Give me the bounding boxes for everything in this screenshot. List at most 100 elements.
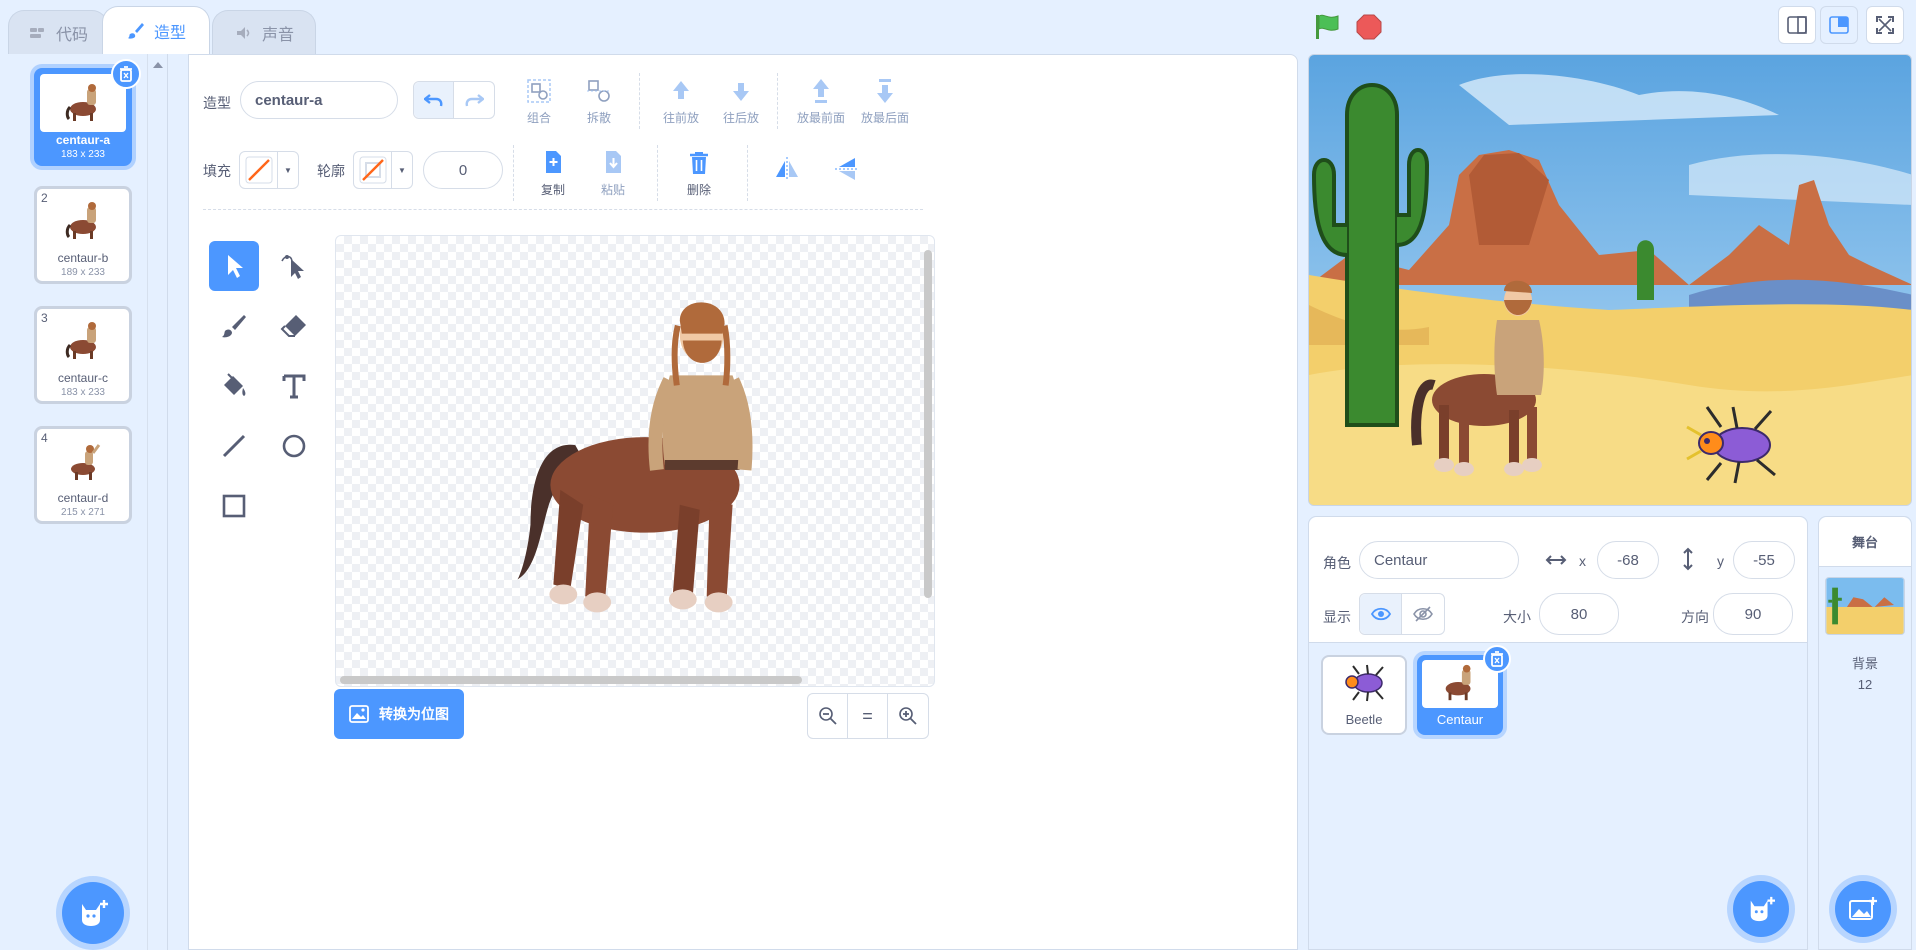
- direction-input[interactable]: 90: [1713, 593, 1793, 635]
- delete-costume-button[interactable]: [111, 59, 141, 89]
- rectangle-tool[interactable]: [209, 481, 259, 531]
- line-icon: [222, 434, 246, 458]
- centaur-costume-image: [517, 302, 753, 613]
- flip-horizontal-button[interactable]: [773, 155, 801, 187]
- show-label: 显示: [1323, 609, 1351, 625]
- tab-sounds[interactable]: 声音: [212, 10, 316, 54]
- drawing-canvas[interactable]: [335, 235, 935, 687]
- group-button[interactable]: 组合: [525, 77, 553, 126]
- convert-to-bitmap-button[interactable]: 转换为位图: [334, 689, 464, 739]
- costume-item-2[interactable]: 2 centaur-b 189 x 233: [34, 186, 132, 284]
- y-label: y: [1717, 553, 1724, 569]
- zoom-out-icon: [818, 707, 837, 725]
- beetle-thumbnail-icon: [1345, 664, 1384, 702]
- circle-tool[interactable]: [269, 421, 319, 471]
- flip-vertical-button[interactable]: [833, 155, 861, 187]
- normal-stage-button[interactable]: [1820, 6, 1858, 44]
- tab-costumes[interactable]: 造型: [102, 6, 210, 54]
- no-outline-swatch-icon: [359, 156, 386, 184]
- sprite-name-input[interactable]: Centaur: [1359, 541, 1519, 579]
- sprite-name-value: Centaur: [1374, 551, 1428, 569]
- backward-button[interactable]: 往后放: [723, 77, 759, 126]
- x-input[interactable]: -68: [1597, 541, 1659, 579]
- delete-sprite-button[interactable]: [1483, 645, 1511, 673]
- costume-size: 189 x 233: [61, 267, 105, 278]
- front-button[interactable]: 放最前面: [797, 77, 845, 126]
- backdrop-thumbnail: [1825, 577, 1905, 635]
- copy-label: 复制: [540, 183, 565, 197]
- text-tool[interactable]: [269, 361, 319, 411]
- delete-label: 删除: [686, 183, 711, 197]
- small-stage-icon: [1787, 16, 1807, 34]
- y-input[interactable]: -55: [1733, 541, 1795, 579]
- outline-color-picker[interactable]: ▼: [353, 151, 413, 189]
- x-value: -68: [1617, 551, 1639, 569]
- centaur-thumbnail-icon: [65, 202, 96, 239]
- group-label: 组合: [526, 111, 551, 125]
- outline-dropdown-caret-icon: ▼: [398, 165, 406, 175]
- hide-button[interactable]: [1402, 594, 1444, 634]
- choose-backdrop-button[interactable]: [1835, 881, 1891, 937]
- fill-color-picker[interactable]: ▼: [239, 151, 299, 189]
- forward-button[interactable]: 往前放: [663, 77, 699, 126]
- undo-icon: [423, 94, 442, 107]
- costume-list-scrollbar[interactable]: [147, 54, 167, 950]
- outline-width-value: 0: [458, 161, 468, 179]
- line-tool[interactable]: [209, 421, 259, 471]
- zoom-controls: =: [807, 693, 929, 739]
- redo-button[interactable]: [454, 82, 494, 118]
- choose-sprite-button[interactable]: [1733, 881, 1789, 937]
- eraser-tool[interactable]: [269, 301, 319, 351]
- text-icon: [282, 374, 306, 399]
- sprite-tile-centaur[interactable]: Centaur: [1417, 645, 1511, 735]
- costume-name: centaur-a: [55, 133, 111, 147]
- costume-name-input[interactable]: centaur-a: [240, 81, 398, 119]
- canvas-vertical-scrollbar[interactable]: [924, 250, 932, 598]
- select-arrow-icon: [228, 255, 243, 278]
- stop-button[interactable]: [1354, 12, 1384, 42]
- backdrop-count: 12: [1857, 677, 1873, 692]
- choose-costume-button[interactable]: [62, 882, 124, 944]
- direction-label: 方向: [1681, 609, 1709, 625]
- stage[interactable]: [1308, 54, 1912, 506]
- toolbar-divider: [777, 73, 778, 129]
- undo-button[interactable]: [414, 82, 455, 118]
- costume-item-1[interactable]: 1 centaur-a 183 x 233: [34, 59, 141, 166]
- costume-item-3[interactable]: 3 centaur-c 183 x 233: [34, 306, 132, 404]
- canvas-horizontal-scrollbar[interactable]: [340, 676, 802, 684]
- sprite-tile-beetle[interactable]: Beetle: [1321, 655, 1407, 735]
- zoom-in-button[interactable]: [888, 694, 928, 738]
- stage-selector[interactable]: 舞台 背景 12: [1818, 516, 1912, 950]
- size-input[interactable]: 80: [1539, 593, 1619, 635]
- ungroup-button[interactable]: 拆散: [585, 77, 613, 126]
- x-arrows-icon: [1545, 555, 1567, 565]
- zoom-reset-button[interactable]: =: [848, 694, 888, 738]
- back-button[interactable]: 放最后面: [861, 77, 909, 126]
- sprite-name: Beetle: [1345, 712, 1383, 727]
- tab-sounds-label: 声音: [261, 26, 294, 44]
- convert-to-bitmap-label: 转换为位图: [379, 706, 449, 722]
- costume-number: 3: [41, 311, 48, 325]
- editor-tabs: 代码 造型 声音: [0, 0, 1300, 54]
- backdrop-add-icon: [1849, 897, 1877, 920]
- paste-button[interactable]: 粘贴: [599, 149, 627, 198]
- outline-width-input[interactable]: 0: [423, 151, 503, 189]
- tab-code-label: 代码: [55, 26, 88, 44]
- no-fill-swatch-icon: [245, 156, 272, 184]
- zoom-out-button[interactable]: [808, 694, 848, 738]
- fullscreen-button[interactable]: [1866, 6, 1904, 44]
- delete-button[interactable]: 删除: [685, 149, 713, 198]
- fill-tool[interactable]: [209, 361, 259, 411]
- show-button[interactable]: [1360, 594, 1403, 634]
- select-tool[interactable]: [209, 241, 259, 291]
- code-icon: [29, 27, 44, 38]
- costume-name: centaur-b: [57, 251, 109, 265]
- reshape-tool[interactable]: [269, 241, 319, 291]
- y-arrows-icon: [1683, 547, 1693, 571]
- copy-button[interactable]: 复制: [539, 149, 567, 198]
- small-stage-button[interactable]: [1778, 6, 1816, 44]
- tab-code[interactable]: 代码: [8, 10, 108, 54]
- brush-tool[interactable]: [209, 301, 259, 351]
- green-flag-button[interactable]: [1312, 12, 1342, 42]
- costume-item-4[interactable]: 4 centaur-d 215 x 271: [34, 426, 132, 524]
